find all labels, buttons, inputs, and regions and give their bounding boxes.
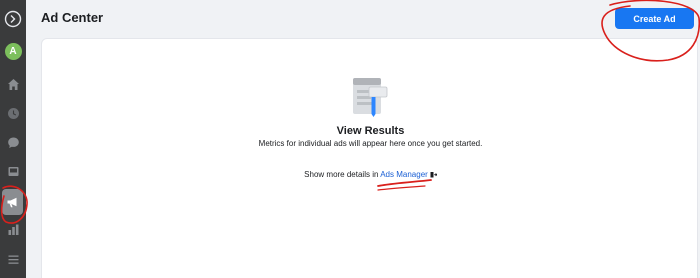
empty-state-title: View Results: [336, 125, 405, 137]
rail-inbox-button[interactable]: [0, 158, 26, 184]
megaphone-icon: [7, 197, 17, 207]
view-results-illustration: [353, 78, 388, 117]
rail-profile-button[interactable]: A: [0, 38, 26, 64]
create-ad-button[interactable]: Create Ad: [615, 8, 694, 29]
ads-manager-link[interactable]: Ads Manager: [380, 170, 428, 179]
page-title: Ad Center: [41, 10, 104, 25]
details-prefix: Show more details in: [304, 170, 379, 179]
details-line: Show more details in Ads Manager: [42, 170, 699, 179]
logo-icon: [4, 10, 22, 28]
left-nav-rail: A: [0, 0, 26, 278]
rail-ad-center-button[interactable]: [2, 189, 23, 215]
rail-messages-button[interactable]: [0, 129, 26, 155]
inbox-icon: [8, 166, 18, 176]
rail-activity-button[interactable]: [0, 100, 26, 126]
empty-state-description: Metrics for individual ads will appear h…: [258, 139, 483, 148]
rail-insights-button[interactable]: [0, 216, 26, 242]
rail-home-button[interactable]: [0, 71, 26, 97]
results-card: View Results Metrics for individual ads …: [41, 38, 698, 278]
clock-icon: [7, 107, 19, 119]
bar-chart-icon: [8, 224, 18, 235]
home-icon: [7, 78, 19, 90]
chat-bubble-icon: [7, 137, 19, 148]
rail-logo-button[interactable]: [0, 6, 26, 32]
external-link-icon: [430, 172, 437, 178]
rail-menu-button[interactable]: [0, 246, 26, 272]
menu-icon: [8, 255, 18, 264]
avatar: A: [4, 42, 22, 60]
